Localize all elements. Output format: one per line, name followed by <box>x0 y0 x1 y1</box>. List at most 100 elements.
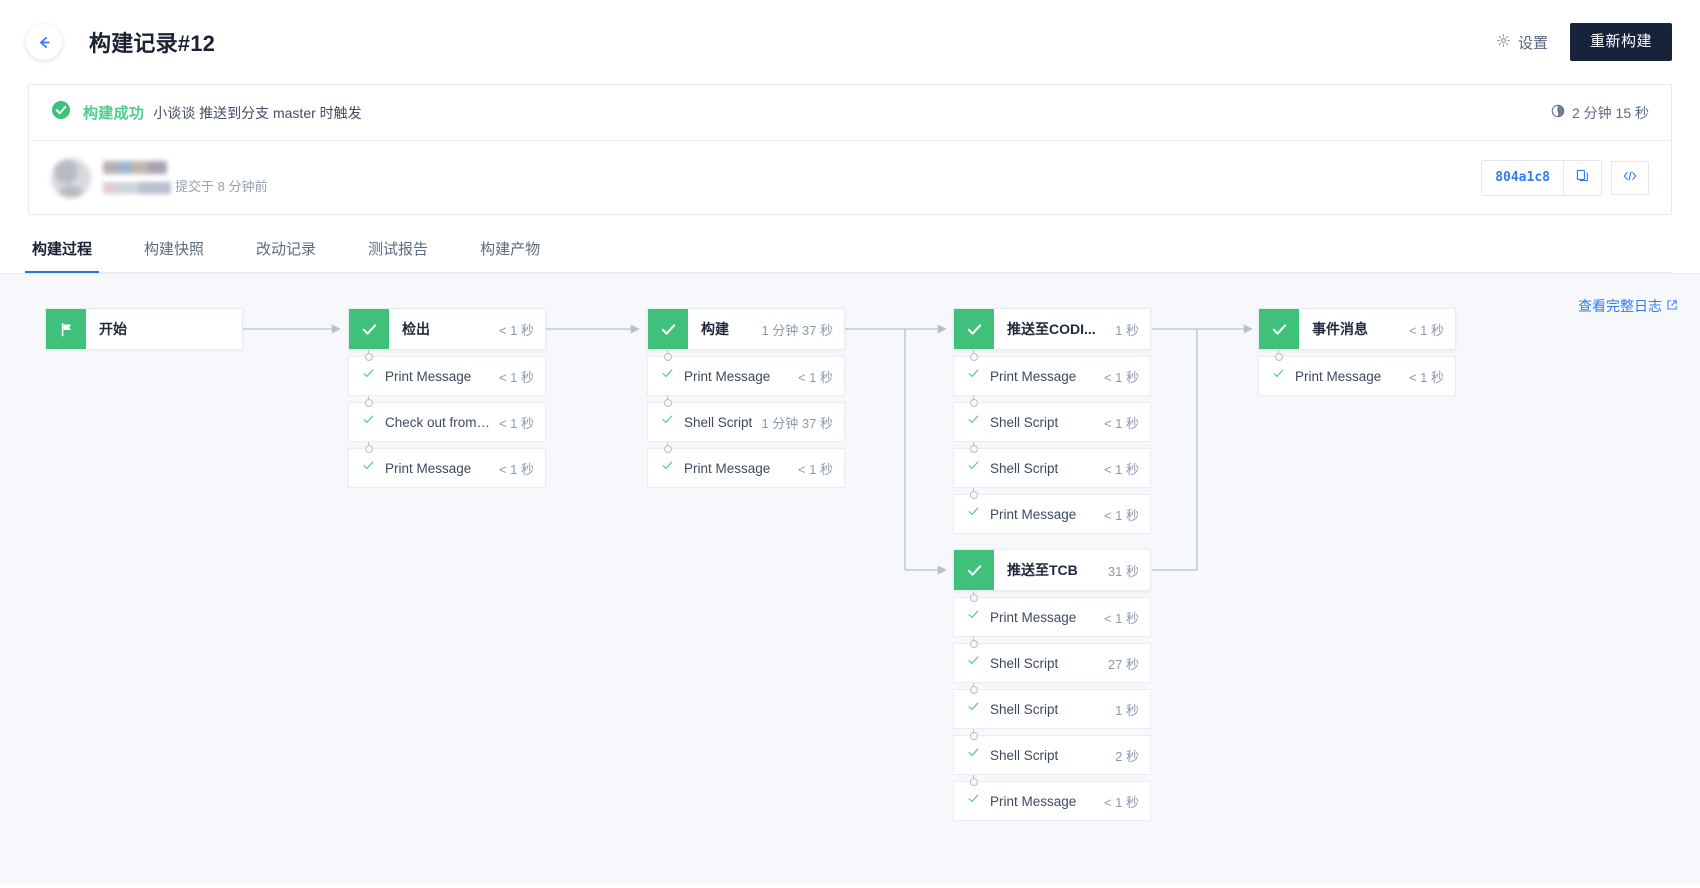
flag-icon <box>46 309 86 349</box>
page-title: 构建记录#12 <box>89 31 216 56</box>
step-time: 1 分钟 37 秒 <box>761 415 833 431</box>
stage-push-tcb: 推送至TCB 31 秒 Print Message < 1 秒 Shell Sc… <box>953 549 1151 821</box>
stage-name: 检出 <box>402 321 430 337</box>
view-full-log-label: 查看完整日志 <box>1578 298 1662 314</box>
check-icon <box>967 413 980 431</box>
build-status-row: 构建成功 小谈谈 推送到分支 master 时触发 2 分钟 15 秒 <box>29 85 1671 141</box>
step-item[interactable]: Shell Script < 1 秒 <box>953 396 1151 442</box>
build-summary-card: 构建成功 小谈谈 推送到分支 master 时触发 2 分钟 15 秒 提交于 … <box>28 84 1672 215</box>
check-icon <box>362 459 375 477</box>
tab-change-log[interactable]: 改动记录 <box>252 238 320 272</box>
check-icon <box>967 608 980 626</box>
stage-name: 推送至CODI... <box>1007 321 1096 337</box>
step-time: < 1 秒 <box>1103 610 1139 626</box>
check-icon <box>967 654 980 672</box>
stage-header-build[interactable]: 构建 1 分钟 37 秒 <box>647 308 845 350</box>
step-item[interactable]: Shell Script 1 分钟 37 秒 <box>647 396 845 442</box>
tab-test-report[interactable]: 测试报告 <box>364 238 432 272</box>
step-name: Print Message <box>990 368 1077 384</box>
step-name: Print Message <box>990 609 1077 625</box>
top-bar: 构建记录#12 设置 重新构建 <box>0 0 1700 84</box>
stage-time: 1 分钟 37 秒 <box>761 322 833 338</box>
step-name: Print Message <box>385 460 472 476</box>
external-link-icon <box>1666 298 1678 314</box>
check-icon <box>967 459 980 477</box>
step-time: 2 秒 <box>1115 748 1139 764</box>
build-duration: 2 分钟 15 秒 <box>1551 103 1649 123</box>
step-name: Print Message <box>990 793 1077 809</box>
step-item[interactable]: Print Message < 1 秒 <box>647 442 845 488</box>
check-icon <box>967 700 980 718</box>
step-name: Shell Script <box>990 655 1059 671</box>
step-item[interactable]: Print Message < 1 秒 <box>953 775 1151 821</box>
view-full-log-link[interactable]: 查看完整日志 <box>1578 296 1678 316</box>
check-icon <box>661 459 674 477</box>
check-icon <box>362 367 375 385</box>
check-icon <box>1259 309 1299 349</box>
check-icon <box>661 413 674 431</box>
step-time: < 1 秒 <box>1103 369 1139 385</box>
step-item[interactable]: Shell Script < 1 秒 <box>953 442 1151 488</box>
rebuild-button[interactable]: 重新构建 <box>1569 23 1672 61</box>
stage-start: 开始 <box>45 308 243 350</box>
clock-icon <box>1551 104 1565 121</box>
step-name: Shell Script <box>990 701 1059 717</box>
step-item[interactable]: Print Message < 1 秒 <box>1258 350 1456 396</box>
step-name: Print Message <box>385 368 472 384</box>
settings-button[interactable]: 设置 <box>1496 32 1548 53</box>
stage-push-coding: 推送至CODI... 1 秒 Print Message < 1 秒 Shell… <box>953 308 1151 534</box>
commit-message-redacted <box>103 160 167 174</box>
step-item[interactable]: Print Message < 1 秒 <box>953 488 1151 534</box>
stage-header-push-coding[interactable]: 推送至CODI... 1 秒 <box>953 308 1151 350</box>
step-item[interactable]: Print Message < 1 秒 <box>647 350 845 396</box>
avatar <box>51 157 91 198</box>
step-time: < 1 秒 <box>1103 461 1139 477</box>
stage-time: 1 秒 <box>1115 322 1139 338</box>
step-name: Print Message <box>684 460 771 476</box>
back-button[interactable] <box>26 24 62 60</box>
tab-build-snapshot[interactable]: 构建快照 <box>140 238 208 272</box>
stage-checkout: 检出 < 1 秒 Print Message < 1 秒 Check out f… <box>348 308 546 488</box>
stage-header-event-message[interactable]: 事件消息 < 1 秒 <box>1258 308 1456 350</box>
check-icon <box>967 792 980 810</box>
stage-header-push-tcb[interactable]: 推送至TCB 31 秒 <box>953 549 1151 591</box>
step-name: Shell Script <box>684 414 753 430</box>
view-code-button[interactable] <box>1611 160 1649 195</box>
step-item[interactable]: Check out from v... < 1 秒 <box>348 396 546 442</box>
step-name: Print Message <box>684 368 771 384</box>
stage-header-checkout[interactable]: 检出 < 1 秒 <box>348 308 546 350</box>
step-name: Print Message <box>990 506 1077 522</box>
check-icon <box>1272 367 1285 385</box>
committer-name-redacted <box>103 182 171 195</box>
step-item[interactable]: Print Message < 1 秒 <box>953 350 1151 396</box>
stage-header-start[interactable]: 开始 <box>45 308 243 350</box>
step-item[interactable]: Shell Script 2 秒 <box>953 729 1151 775</box>
copy-hash-button[interactable] <box>1563 160 1601 195</box>
check-icon <box>954 309 994 349</box>
commit-hash-group: 804a1c8 <box>1481 159 1602 196</box>
tab-build-artifacts[interactable]: 构建产物 <box>476 238 544 272</box>
gear-icon <box>1496 33 1511 52</box>
step-item[interactable]: Print Message < 1 秒 <box>953 591 1151 637</box>
step-time: 27 秒 <box>1107 656 1139 672</box>
stage-name: 推送至TCB <box>1007 562 1078 578</box>
committer-info: 提交于 8 分钟前 <box>103 160 267 195</box>
step-time: < 1 秒 <box>498 461 534 477</box>
step-name: Shell Script <box>990 414 1059 430</box>
commit-hash[interactable]: 804a1c8 <box>1482 161 1563 195</box>
step-time: < 1 秒 <box>797 461 833 477</box>
step-item[interactable]: Print Message < 1 秒 <box>348 442 546 488</box>
step-name: Print Message <box>1295 368 1382 384</box>
build-status-text: 构建成功 <box>83 105 145 122</box>
stage-time: < 1 秒 <box>498 322 534 338</box>
step-name: Shell Script <box>990 460 1059 476</box>
step-item[interactable]: Shell Script 27 秒 <box>953 637 1151 683</box>
build-trigger-text: 小谈谈 推送到分支 master 时触发 <box>153 104 362 121</box>
tab-build-process[interactable]: 构建过程 <box>24 238 100 273</box>
step-time: < 1 秒 <box>1408 369 1444 385</box>
check-icon <box>967 746 980 764</box>
check-icon <box>648 309 688 349</box>
step-item[interactable]: Print Message < 1 秒 <box>348 350 546 396</box>
stage-build: 构建 1 分钟 37 秒 Print Message < 1 秒 Shell S… <box>647 308 845 488</box>
step-item[interactable]: Shell Script 1 秒 <box>953 683 1151 729</box>
